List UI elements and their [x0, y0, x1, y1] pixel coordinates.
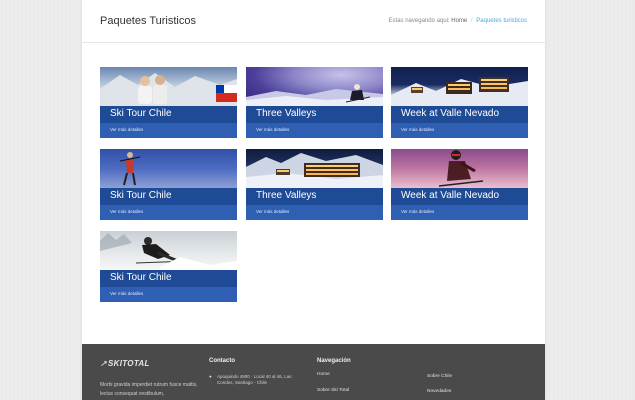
package-details-link[interactable]: Ver más detalles: [256, 209, 289, 214]
page-header: Paquetes Turisticos Estas navegando aqui…: [82, 0, 545, 43]
site-footer: ↗SKITOTAL Morbi gravida imperdiet rutrum…: [82, 344, 545, 400]
breadcrumb-current: Paquetes turisticos: [476, 18, 527, 24]
footer-about-text: Morbi gravida imperdiet rutrum fusce mat…: [100, 382, 198, 397]
map-pin-icon: ●: [209, 374, 212, 379]
package-card[interactable]: Three Valleys Ver más detalles: [246, 149, 383, 220]
package-card[interactable]: Three Valleys Ver más detalles: [246, 67, 383, 138]
package-photo[interactable]: [100, 149, 237, 188]
package-details-link[interactable]: Ver más detalles: [256, 127, 289, 132]
package-title[interactable]: Three Valleys: [256, 190, 316, 201]
package-card[interactable]: Week at Valle Nevado Ver más detalles: [391, 67, 528, 138]
footer-address-text: Apoquindo 4900 · Local 40 al 46, Las Con…: [217, 374, 292, 385]
footer-address: ● Apoquindo 4900 · Local 40 al 46, Las C…: [209, 374, 292, 385]
skier-icon: ↗: [100, 359, 108, 368]
package-photo[interactable]: [391, 149, 528, 188]
footer-nav-home[interactable]: Home: [317, 372, 330, 377]
package-photo[interactable]: [246, 149, 383, 188]
package-card[interactable]: Ski Tour Chile Ver más detalles: [100, 67, 237, 138]
breadcrumb: Estas navegando aqui: Home / Paquetes tu…: [389, 18, 527, 24]
package-card[interactable]: Ski Tour Chile Ver más detalles: [100, 231, 237, 302]
package-details-link[interactable]: Ver más detalles: [110, 209, 143, 214]
page-title: Paquetes Turisticos: [100, 15, 196, 27]
package-details-link[interactable]: Ver más detalles: [401, 127, 434, 132]
package-photo[interactable]: [391, 67, 528, 106]
footer-nav-sobre-chile[interactable]: Sobre Chile: [427, 374, 452, 379]
package-title[interactable]: Ski Tour Chile: [110, 272, 172, 283]
content-container: Paquetes Turisticos Estas navegando aqui…: [82, 0, 545, 400]
package-details-link[interactable]: Ver más detalles: [401, 209, 434, 214]
package-title[interactable]: Ski Tour Chile: [110, 108, 172, 119]
package-photo[interactable]: [100, 67, 237, 106]
breadcrumb-prefix: Estas navegando aqui:: [388, 18, 450, 24]
breadcrumb-home-link[interactable]: Home: [451, 18, 467, 24]
package-details-link[interactable]: Ver más detalles: [110, 291, 143, 296]
package-photo[interactable]: [246, 67, 383, 106]
footer-nav-sobre-ski-total[interactable]: Sobre Ski Total: [317, 388, 349, 393]
footer-contact-heading: Contacto: [209, 358, 235, 364]
package-title[interactable]: Week at Valle Nevado: [401, 108, 499, 119]
footer-logo[interactable]: ↗SKITOTAL: [100, 359, 150, 368]
package-photo[interactable]: [100, 231, 237, 270]
footer-nav-heading: Navegación: [317, 358, 351, 364]
footer-logo-text: SKITOTAL: [108, 359, 150, 368]
package-title[interactable]: Week at Valle Nevado: [401, 190, 499, 201]
breadcrumb-separator: /: [470, 18, 473, 24]
footer-nav-novedades[interactable]: Novedades: [427, 389, 451, 394]
package-card[interactable]: Ski Tour Chile Ver más detalles: [100, 149, 237, 220]
package-card[interactable]: Week at Valle Nevado Ver más detalles: [391, 149, 528, 220]
package-title[interactable]: Three Valleys: [256, 108, 316, 119]
package-title[interactable]: Ski Tour Chile: [110, 190, 172, 201]
package-details-link[interactable]: Ver más detalles: [110, 127, 143, 132]
